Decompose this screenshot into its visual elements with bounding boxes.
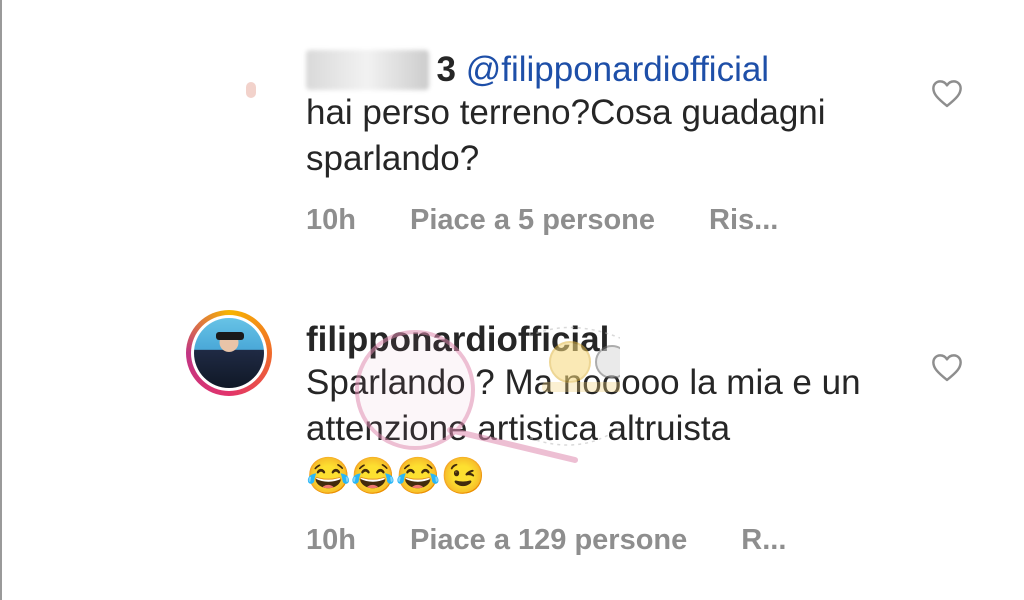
comment-time: 10h <box>306 524 356 556</box>
heart-outline-icon[interactable] <box>930 78 964 108</box>
heart-outline-icon[interactable] <box>930 352 964 382</box>
comment-text: hai perso terreno?Cosa guadagni sparland… <box>306 93 826 178</box>
comment-item: xxxxxxx3 @filipponardiofficial hai perso… <box>0 36 1024 256</box>
comment-emoji: 😂😂😂😉 <box>306 455 486 496</box>
comment-content: filipponardiofficial Sparlando ? Ma nooo… <box>306 320 914 500</box>
comment-username[interactable]: filipponardiofficial <box>306 320 914 360</box>
comments-screen: xxxxxxx3 @filipponardiofficial hai perso… <box>0 0 1024 600</box>
likes-count[interactable]: Piace a 5 persone <box>410 204 655 236</box>
comment-text: Sparlando ? Ma nooooo la mia e un attenz… <box>306 363 861 448</box>
reply-button[interactable]: Ris... <box>709 204 778 236</box>
comment-meta: 10h Piace a 129 persone R... <box>306 524 840 557</box>
reply-button[interactable]: R... <box>741 524 786 556</box>
username-suffix[interactable]: 3 <box>437 50 456 89</box>
avatar[interactable] <box>246 82 256 98</box>
comment-header: xxxxxxx3 @filipponardiofficial <box>306 50 914 90</box>
comment-content: xxxxxxx3 @filipponardiofficial hai perso… <box>306 50 914 182</box>
comment-meta: 10h Piace a 5 persone Ris... <box>306 204 832 237</box>
likes-count[interactable]: Piace a 129 persone <box>410 524 687 556</box>
comment-time: 10h <box>306 204 356 236</box>
redacted-username[interactable]: xxxxxxx <box>306 50 429 90</box>
profile-photo <box>194 318 264 388</box>
comment-item: filipponardiofficial Sparlando ? Ma nooo… <box>0 306 1024 576</box>
avatar[interactable] <box>186 310 272 396</box>
mention-link[interactable]: @filipponardiofficial <box>466 50 769 89</box>
